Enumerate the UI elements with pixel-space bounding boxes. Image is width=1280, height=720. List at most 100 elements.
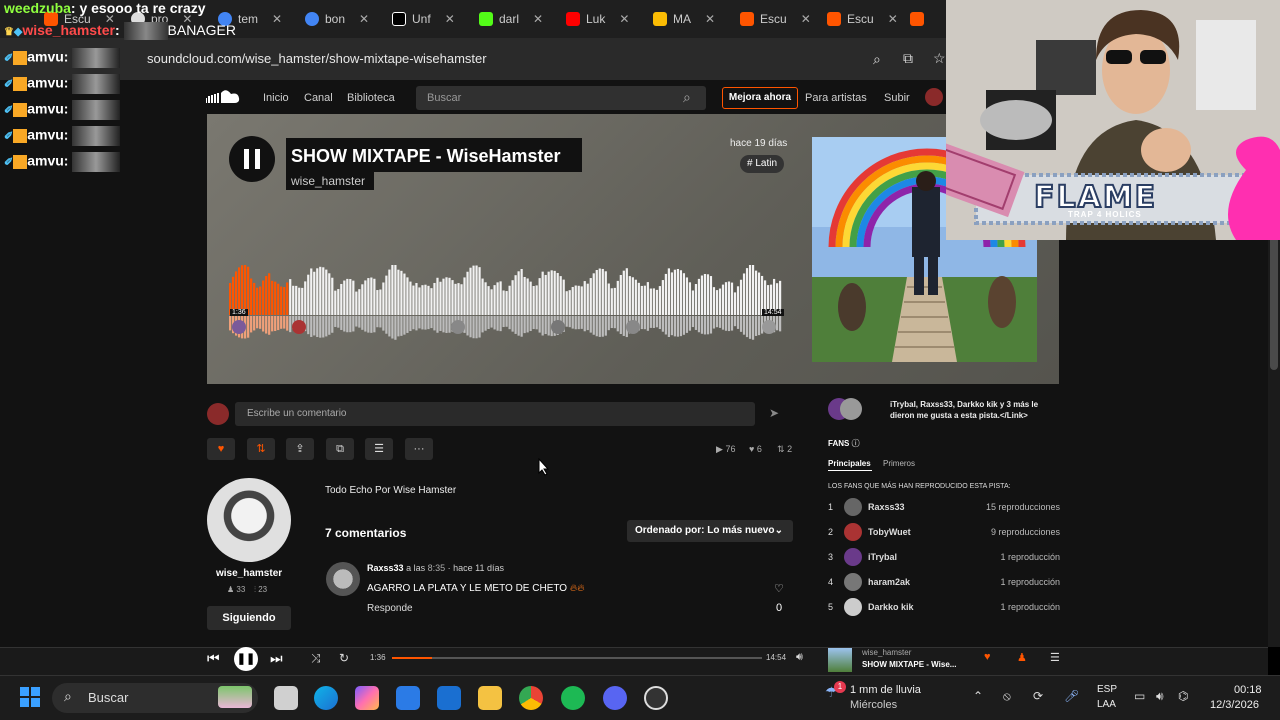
close-icon[interactable]: ✕ (888, 12, 898, 26)
more-button[interactable]: ··· (405, 438, 433, 460)
player-artist[interactable]: wise_hamster (862, 648, 911, 657)
browser-tab[interactable]: Escu ✕ (740, 6, 811, 32)
clock-date[interactable]: 12/3/2026 (1210, 699, 1259, 711)
fan-row[interactable]: 3 iTrybal 1 reproducción (828, 548, 1060, 568)
tray-icon[interactable]: ⦸ (1003, 689, 1011, 704)
volume-icon[interactable]: 🔊︎ (1156, 689, 1164, 704)
nav-for-artists[interactable]: Para artistas (805, 92, 867, 104)
chevron-up-icon[interactable]: ⌃ (973, 689, 983, 703)
player-progress-track[interactable] (392, 657, 762, 659)
browser-tab[interactable]: Luk ✕ (566, 6, 629, 32)
edge-icon[interactable] (314, 686, 338, 710)
waveform[interactable] (229, 265, 782, 340)
spotify-icon[interactable] (561, 686, 585, 710)
browser-tab[interactable]: darl ✕ (479, 6, 543, 32)
weather-line2[interactable]: Miércoles (850, 699, 897, 711)
comment-avatar-marker[interactable] (762, 320, 776, 334)
upgrade-button[interactable]: Mejora ahora (722, 87, 798, 109)
uploader-name[interactable]: wise_hamster (216, 568, 282, 579)
file-explorer-icon[interactable] (478, 686, 502, 710)
close-icon[interactable]: ✕ (801, 12, 811, 26)
comment-author-avatar[interactable] (326, 562, 360, 596)
browser-tab[interactable]: Escu ✕ (827, 6, 898, 32)
task-view-icon[interactable] (274, 686, 298, 710)
windows-start-icon[interactable] (20, 687, 40, 707)
volume-icon[interactable]: 🔊︎ (796, 651, 803, 664)
weather-line1[interactable]: 1 mm de lluvia (850, 684, 921, 696)
uploader-avatar[interactable] (207, 478, 291, 562)
browser-tab[interactable]: bon ✕ (305, 6, 369, 32)
fan-row[interactable]: 4 haram2ak 1 reproducción (828, 573, 1060, 593)
player-cover-thumb[interactable] (828, 648, 852, 672)
nav-upload[interactable]: Subir (884, 92, 910, 104)
repeat-icon[interactable]: ↻ (339, 651, 349, 665)
send-icon[interactable]: ➤ (769, 406, 779, 420)
player-like-icon[interactable]: ♥ (984, 651, 991, 663)
copilot-icon[interactable] (355, 686, 379, 710)
clock-time[interactable]: 00:18 (1234, 684, 1262, 696)
sync-icon[interactable]: ⟳ (1033, 689, 1043, 703)
close-icon[interactable]: ✕ (619, 12, 629, 26)
language-line2[interactable]: LAA (1097, 699, 1116, 710)
fan-row[interactable]: 1 Raxss33 15 reproducciones (828, 498, 1060, 518)
player-follow-icon[interactable]: ♟ (1017, 651, 1027, 664)
add-to-playlist-button[interactable]: ☰ (365, 438, 393, 460)
zoom-icon[interactable]: ⌕ (873, 51, 881, 68)
fan-row[interactable]: 5 Darkko kik 1 reproducción (828, 598, 1060, 618)
share-button[interactable]: ⇪ (286, 438, 314, 460)
comment-avatar-marker[interactable] (551, 320, 565, 334)
player-title[interactable]: SHOW MIXTAPE - Wise... (862, 660, 956, 669)
track-artist-link[interactable]: wise_hamster (291, 174, 365, 188)
like-button[interactable]: ♥ (207, 438, 235, 460)
fans-tab-top[interactable]: Principales (828, 459, 871, 468)
close-icon[interactable]: ✕ (272, 12, 282, 26)
battery-icon[interactable]: ⌬ (1178, 689, 1188, 703)
close-icon[interactable]: ✕ (533, 12, 543, 26)
obs-icon[interactable] (644, 686, 668, 710)
close-icon[interactable]: ✕ (359, 12, 369, 26)
nav-home[interactable]: Inicio (263, 92, 289, 104)
previous-track-button[interactable]: ⏮︎ (207, 650, 220, 667)
comment-avatar-marker[interactable] (451, 320, 465, 334)
search-icon[interactable]: ⌕ (683, 89, 691, 106)
fan-row[interactable]: 2 TobyWuet 9 reproducciones (828, 523, 1060, 543)
comment-like-icon[interactable]: ♡ (774, 582, 784, 595)
chrome-icon[interactable] (519, 686, 543, 710)
reply-button[interactable]: Responde (367, 603, 413, 614)
queue-icon[interactable]: ☰ (1050, 651, 1060, 664)
browser-tab-active[interactable] (910, 6, 924, 32)
close-icon[interactable]: ✕ (445, 12, 455, 26)
repost-button[interactable]: ⇅ (247, 438, 275, 460)
comment-timestamp[interactable]: 8:35 (428, 563, 446, 573)
browser-tab[interactable]: Unf ✕ (392, 6, 455, 32)
sort-comments-dropdown[interactable]: Ordenado por: Lo más nuevo ⌄ (627, 520, 793, 542)
player-total-time: 14:54 (766, 653, 787, 662)
nav-library[interactable]: Biblioteca (347, 92, 395, 104)
store-icon[interactable] (396, 686, 420, 710)
microphone-icon[interactable]: 🎤︎ (1064, 689, 1079, 703)
comment-placeholder: Escribe un comentario (247, 408, 347, 419)
player-pause-button[interactable]: ❚❚ (234, 647, 258, 671)
browser-tab[interactable]: MA ✕ (653, 6, 715, 32)
comment-avatar-marker[interactable] (232, 320, 246, 334)
display-icon[interactable]: ▭ (1134, 689, 1145, 703)
bookmark-star-icon[interactable]: ☆ (933, 50, 946, 67)
user-avatar[interactable] (925, 88, 943, 106)
copy-link-button[interactable]: ⧉ (326, 438, 354, 460)
nav-feed[interactable]: Canal (304, 92, 333, 104)
genre-tag[interactable]: # Latin (740, 155, 785, 173)
following-button[interactable]: Siguiendo (207, 606, 291, 630)
install-icon[interactable]: ⧉ (903, 50, 913, 67)
language-line1[interactable]: ESP (1097, 684, 1117, 695)
shuffle-icon[interactable]: ⤨ (311, 651, 321, 666)
comment-author[interactable]: Raxss33 (367, 563, 404, 573)
likers-avatars[interactable] (828, 398, 864, 420)
comment-avatar-marker[interactable] (626, 320, 640, 334)
close-icon[interactable]: ✕ (705, 12, 715, 26)
comment-avatar-marker[interactable] (292, 320, 306, 334)
fans-tab-first[interactable]: Primeros (883, 459, 915, 468)
next-track-button[interactable]: ⏭︎ (270, 650, 283, 667)
info-icon[interactable]: ⓘ (852, 439, 860, 448)
discord-icon[interactable] (603, 686, 627, 710)
outlook-icon[interactable] (437, 686, 461, 710)
